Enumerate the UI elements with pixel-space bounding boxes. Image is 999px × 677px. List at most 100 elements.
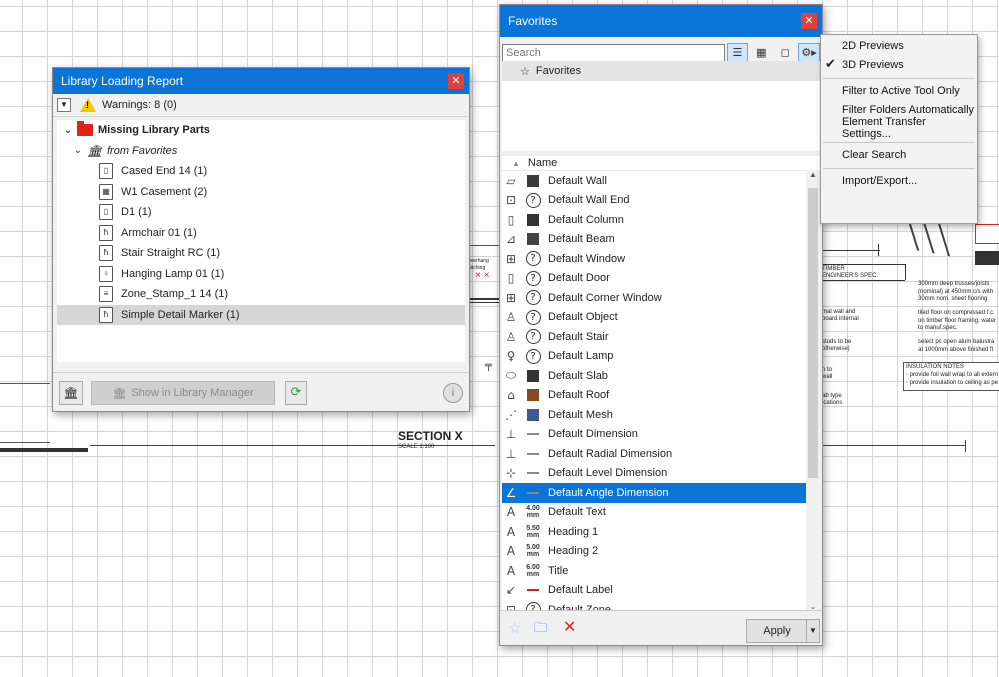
favorite-item-label: Default Lamp <box>548 350 614 363</box>
scroll-up-icon[interactable]: ▲ <box>806 170 820 179</box>
favorites-folder-label: Favorites <box>535 65 582 77</box>
tree-item[interactable]: ≡ Zone_Stamp_1 14 (1) <box>57 284 465 305</box>
llr-titlebar[interactable]: Library Loading Report ✕ <box>53 68 469 94</box>
favorite-item[interactable]: ⊡? Default Wall End <box>502 191 806 211</box>
label-tool-icon: ↙ <box>505 583 517 598</box>
menu-item-clear-search[interactable]: Clear Search <box>821 146 977 165</box>
list-scrollbar[interactable]: ▲ ⌄ <box>806 170 820 611</box>
apply-button[interactable]: Apply <box>746 619 808 643</box>
favorites-titlebar[interactable]: Favorites ✕ <box>500 5 822 37</box>
favorite-item[interactable]: ⊹ Default Level Dimension <box>502 464 806 484</box>
tree-item-selected[interactable]: ħ Simple Detail Marker (1) <box>57 304 465 325</box>
settings-menu: 2D Previews ✔ 3D Previews Filter to Activ… <box>820 34 978 224</box>
favorite-item[interactable]: ⋰ Default Mesh <box>502 405 806 425</box>
tree-group[interactable]: ⌄ 🏛 from Favorites <box>57 141 465 162</box>
warnings-count: Warnings: 8 (0) <box>102 99 177 111</box>
library-manager-icon[interactable]: 🏛 <box>59 381 83 405</box>
tree-root[interactable]: ⌄ Missing Library Parts <box>57 120 465 141</box>
preview-icon <box>524 485 542 501</box>
favorite-item[interactable]: ⊞? Default Corner Window <box>502 288 806 308</box>
chevron-down-icon[interactable]: ⌄ <box>63 125 73 136</box>
tree-group-label: from Favorites <box>107 144 178 157</box>
favorite-item[interactable]: ⊿ Default Beam <box>502 230 806 250</box>
sort-arrow-icon[interactable]: ▲ <box>512 159 520 168</box>
favorite-item-label: Default Dimension <box>548 428 638 441</box>
tree-item[interactable]: ▦ W1 Casement (2) <box>57 182 465 203</box>
favorite-item[interactable]: ⊞? Default Window <box>502 249 806 269</box>
favorite-item-label: Default Door <box>548 272 610 285</box>
apply-dropdown-icon[interactable]: ▼ <box>806 619 820 643</box>
name-column-header[interactable]: Name <box>528 157 557 169</box>
delete-icon[interactable]: ✕ <box>563 617 576 636</box>
grid-view-icon[interactable]: ▦ <box>750 43 772 63</box>
door-icon: ▯ <box>99 163 113 180</box>
favorite-item[interactable]: ♙? Default Object <box>502 308 806 328</box>
favorite-item[interactable]: ↙ Default Label <box>502 581 806 601</box>
reload-icon[interactable]: ⟳ <box>285 381 307 405</box>
favorite-item[interactable]: ♀? Default Lamp <box>502 347 806 367</box>
tree-item[interactable]: ▯ D1 (1) <box>57 202 465 223</box>
favorite-item[interactable]: ⬭ Default Slab <box>502 366 806 386</box>
menu-item-3d-previews[interactable]: ✔ 3D Previews <box>821 56 977 75</box>
section-scale: SCALE 1:100 <box>398 444 435 450</box>
tree-item[interactable]: ▯ Cased End 14 (1) <box>57 161 465 182</box>
note-17: n to <box>822 367 833 373</box>
favorite-item[interactable]: ∠ Default Angle Dimension <box>502 483 806 503</box>
collapse-dropdown-icon[interactable]: ▼ <box>57 98 71 112</box>
info-icon[interactable]: i <box>443 383 463 403</box>
text-size-icon: 6.00 mm <box>526 563 540 578</box>
chair-icon: ħ <box>99 224 113 241</box>
menu-divider <box>823 78 975 79</box>
favorite-item[interactable]: A 5.00 mm Heading 2 <box>502 542 806 562</box>
preview-view-icon[interactable]: ◻ <box>774 43 796 63</box>
search-input[interactable] <box>502 44 725 62</box>
mesh-tool-icon: ⋰ <box>505 407 517 422</box>
favorite-item-label: Default Slab <box>548 369 608 382</box>
show-btn-label: Show in Library Manager <box>131 387 254 399</box>
new-folder-icon[interactable]: 🗀 <box>534 619 547 641</box>
close-icon[interactable]: ✕ <box>448 73 464 89</box>
favorites-folder-row[interactable]: ☆ Favorites <box>502 61 820 81</box>
element-preview-swatch <box>527 433 539 436</box>
favorite-item[interactable]: ♙? Default Stair <box>502 327 806 347</box>
scrollbar-thumb[interactable] <box>808 188 818 478</box>
add-favorite-icon[interactable]: ☆ <box>508 619 521 637</box>
element-preview-swatch <box>527 389 539 402</box>
favorite-item[interactable]: ▯ Default Column <box>502 210 806 230</box>
zone-icon: ≡ <box>99 286 113 303</box>
favorite-item[interactable]: ⊥ Default Dimension <box>502 425 806 445</box>
menu-item-import-export[interactable]: Import/Export... <box>821 172 977 191</box>
warnings-bar: ▼ ! Warnings: 8 (0) <box>53 94 469 117</box>
favorite-item[interactable]: ▱ Default Wall <box>502 171 806 191</box>
menu-item-2d-previews[interactable]: 2D Previews <box>821 37 977 56</box>
chevron-down-icon[interactable]: ⌄ <box>73 145 83 156</box>
favorite-item-label: Heading 2 <box>548 545 599 558</box>
favorite-item[interactable]: ⊥ Default Radial Dimension <box>502 444 806 464</box>
element-preview-swatch <box>527 213 539 226</box>
red-folder-icon <box>77 121 93 137</box>
dimension-tool-icon: ⊥ <box>505 427 517 442</box>
beam-tool-icon: ⊿ <box>505 232 517 247</box>
note-2: (nominal) at 450mm c/s with <box>918 289 994 295</box>
favorite-item[interactable]: A 4.00 mm Default Text <box>502 503 806 523</box>
menu-item-element-transfer[interactable]: Element Transfer Settings... <box>821 116 977 140</box>
gear-icon[interactable]: ⚙▸ <box>798 43 820 63</box>
text-size-icon: 5.50 mm <box>526 524 540 539</box>
list-view-icon[interactable]: ☰ <box>726 43 749 63</box>
stair-icon: ħ <box>99 245 113 262</box>
tree-item[interactable]: ħ Stair Straight RC (1) <box>57 243 465 264</box>
favorite-item[interactable]: A 5.50 mm Heading 1 <box>502 522 806 542</box>
show-in-library-manager-button[interactable]: 🏛 Show in Library Manager <box>91 381 275 405</box>
preview-icon <box>524 212 542 228</box>
tree-item[interactable]: ♀ Hanging Lamp 01 (1) <box>57 264 465 285</box>
favorite-item[interactable]: ▯? Default Door <box>502 269 806 289</box>
favorite-item[interactable]: ⌂ Default Roof <box>502 386 806 406</box>
favorite-item-label: Title <box>548 564 569 577</box>
favorite-item[interactable]: A 6.00 mm Title <box>502 561 806 581</box>
close-icon[interactable]: ✕ <box>801 13 817 29</box>
preview-icon <box>524 231 542 247</box>
question-icon: ? <box>524 251 542 267</box>
tree-item[interactable]: ħ Armchair 01 (1) <box>57 223 465 244</box>
menu-item-label: 2D Previews <box>842 40 904 53</box>
menu-item-filter-active-tool[interactable]: Filter to Active Tool Only <box>821 82 977 101</box>
